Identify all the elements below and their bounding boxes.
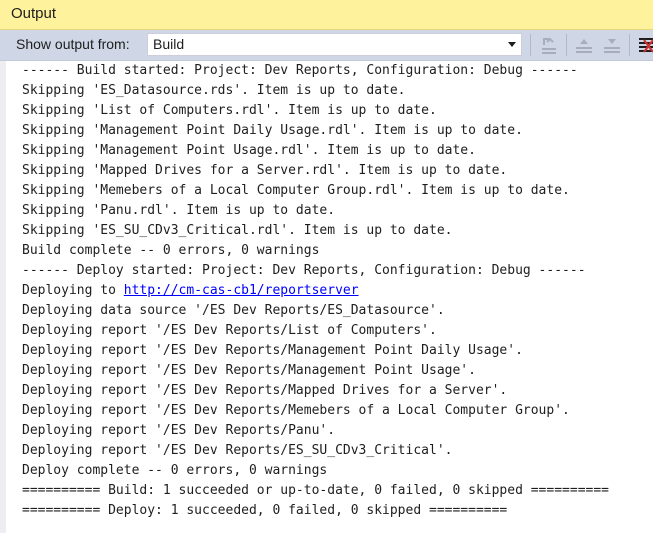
output-line: Deploying report '/ES Dev Reports/Memebe…: [22, 403, 570, 418]
panel-title: Output: [11, 5, 57, 22]
go-to-message-icon: [542, 37, 556, 54]
output-line: Skipping 'List of Computers.rdl'. Item i…: [22, 103, 437, 118]
output-text-area[interactable]: ------ Build started: Project: Dev Repor…: [22, 61, 653, 533]
output-line: Skipping 'Management Point Usage.rdl'. I…: [22, 143, 476, 158]
output-line: Deploying report '/ES Dev Reports/Manage…: [22, 363, 476, 378]
output-line: Deploying report '/ES Dev Reports/Panu'.: [22, 423, 336, 438]
output-line: Deploy complete -- 0 errors, 0 warnings: [22, 463, 328, 478]
output-source-dropdown[interactable]: Build: [147, 33, 522, 56]
output-line: Build complete -- 0 errors, 0 warnings: [22, 243, 320, 258]
output-line: Skipping 'Mapped Drives for a Server.rdl…: [22, 163, 508, 178]
output-line: Skipping 'Management Point Daily Usage.r…: [22, 123, 523, 138]
toolbar-separator: [566, 34, 567, 56]
output-left-margin: [0, 61, 6, 533]
output-line: Skipping 'ES_Datasource.rds'. Item is up…: [22, 83, 406, 98]
output-line: Deploying report '/ES Dev Reports/ES_SU_…: [22, 443, 453, 458]
report-server-link[interactable]: http://cm-cas-cb1/reportserver: [124, 283, 359, 298]
next-message-icon: [604, 39, 620, 53]
clear-all-button[interactable]: [636, 34, 653, 56]
output-panel-title-bar[interactable]: Output: [0, 0, 653, 30]
output-source-value: Build: [153, 36, 185, 52]
output-toolbar: Show output from: Build: [0, 30, 653, 61]
output-line: Skipping 'Memebers of a Local Computer G…: [22, 183, 570, 198]
output-line: ------ Deploy started: Project: Dev Repo…: [22, 263, 586, 278]
output-line: ========== Build: 1 succeeded or up-to-d…: [22, 483, 609, 498]
output-line: Deploying report '/ES Dev Reports/List o…: [22, 323, 437, 338]
output-line: Skipping 'ES_SU_CDv3_Critical.rdl'. Item…: [22, 223, 453, 238]
show-output-from-label: Show output from:: [16, 36, 130, 52]
go-to-next-message-button[interactable]: [601, 34, 623, 56]
previous-message-icon: [576, 39, 592, 53]
output-line: Deploying data source '/ES Dev Reports/E…: [22, 303, 445, 318]
output-line: Skipping 'Panu.rdl'. Item is up to date.: [22, 203, 336, 218]
find-message-in-code-button[interactable]: [538, 34, 560, 56]
toolbar-separator: [530, 34, 531, 56]
chevron-down-icon[interactable]: [508, 42, 516, 47]
output-line: ========== Deploy: 1 succeeded, 0 failed…: [22, 503, 508, 518]
output-line: Deploying report '/ES Dev Reports/Manage…: [22, 343, 523, 358]
output-line: ------ Build started: Project: Dev Repor…: [22, 63, 578, 78]
go-to-previous-message-button[interactable]: [573, 34, 595, 56]
clear-all-icon: [639, 38, 653, 53]
deploy-prefix-text: Deploying to: [22, 283, 124, 298]
toolbar-separator: [629, 34, 630, 56]
output-line: Deploying report '/ES Dev Reports/Mapped…: [22, 383, 508, 398]
output-line-deploy-target: Deploying to http://cm-cas-cb1/reportser…: [22, 281, 653, 301]
